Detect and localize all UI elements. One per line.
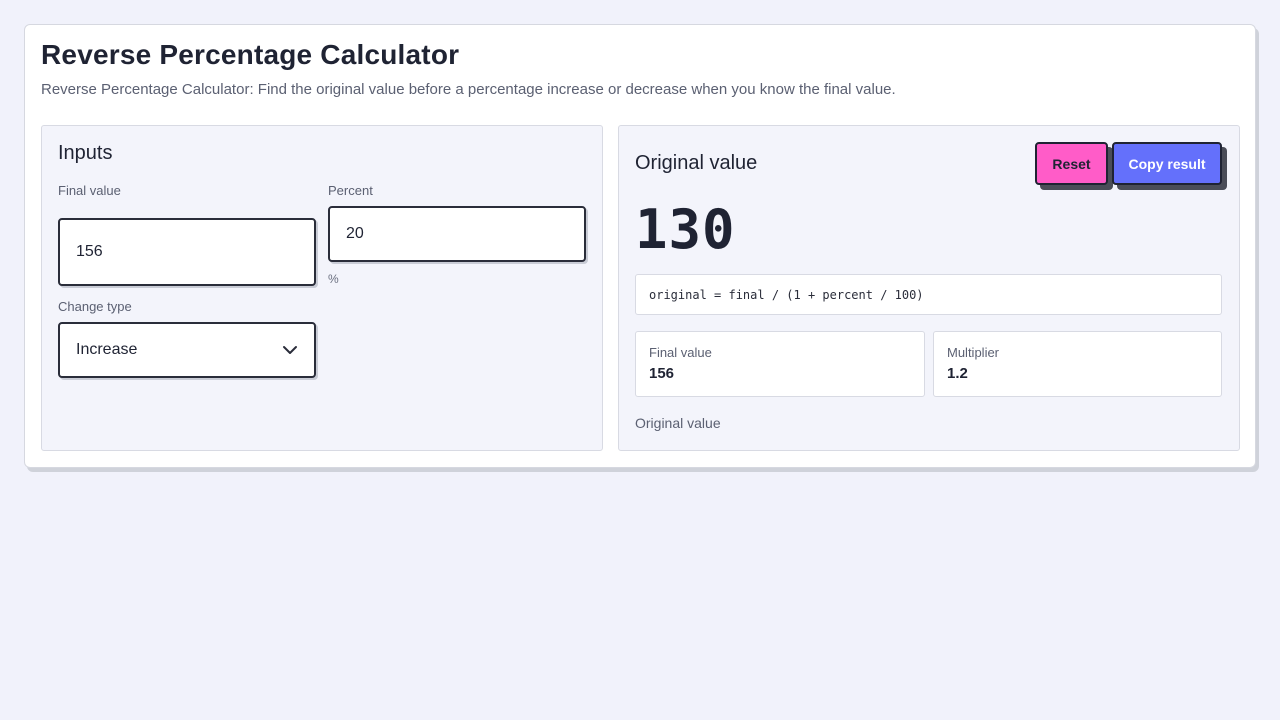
page-subtitle: Reverse Percentage Calculator: Find the … (41, 81, 896, 98)
percent-unit: % (328, 272, 339, 286)
calculator-card: Reverse Percentage Calculator Reverse Pe… (24, 24, 1256, 468)
final-value-text: 156 (76, 243, 103, 260)
result-panel: Original value Reset Copy result 130 ori… (618, 125, 1240, 451)
stat-final-value: Final value 156 (635, 331, 925, 397)
stat-value: 156 (649, 365, 675, 382)
result-caption: Original value (635, 415, 721, 431)
stat-label: Final value (649, 345, 712, 360)
change-type-selected: Increase (76, 341, 138, 358)
result-value: 130 (635, 198, 736, 261)
inputs-heading: Inputs (58, 142, 113, 164)
result-heading: Original value (635, 152, 758, 174)
final-value-input[interactable]: 156 (58, 218, 316, 286)
stat-label: Multiplier (947, 345, 1000, 360)
percent-input[interactable]: 20 (328, 206, 586, 262)
chevron-down-icon (283, 346, 297, 354)
percent-text: 20 (346, 225, 364, 242)
inputs-panel: Inputs Final value 156 Percent 20 % Chan… (41, 125, 603, 451)
stat-multiplier: Multiplier 1.2 (933, 331, 1222, 397)
final-value-label: Final value (58, 183, 121, 198)
copy-result-button[interactable]: Copy result (1112, 142, 1222, 185)
change-type-label: Change type (58, 299, 132, 314)
change-type-select[interactable]: Increase (58, 322, 316, 378)
reset-button[interactable]: Reset (1035, 142, 1108, 185)
formula-box: original = final / (1 + percent / 100) (635, 274, 1222, 315)
percent-label: Percent (328, 183, 373, 198)
stat-value: 1.2 (947, 365, 968, 382)
page-title: Reverse Percentage Calculator (41, 39, 460, 70)
